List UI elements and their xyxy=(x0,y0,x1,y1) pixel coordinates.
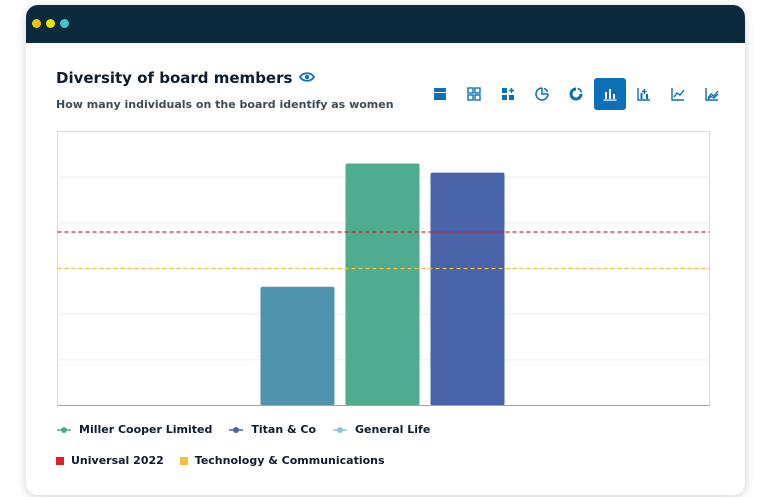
single-panel-button[interactable] xyxy=(424,78,456,110)
line-chart-icon xyxy=(671,88,685,101)
single-panel-icon xyxy=(434,88,446,100)
legend-item-tech-communications[interactable]: Technology & Communications xyxy=(179,454,385,467)
eye-icon[interactable] xyxy=(299,69,316,87)
legend-item-titan[interactable]: Titan & Co xyxy=(228,423,316,436)
legend-item-miller-cooper[interactable]: Miller Cooper Limited xyxy=(56,423,212,436)
pie-chart-icon xyxy=(535,87,549,101)
bar-chart-plus-button[interactable] xyxy=(628,78,660,110)
grid-icon xyxy=(467,87,481,101)
legend-marker xyxy=(57,426,71,433)
window-dot-yellow[interactable] xyxy=(32,19,41,28)
legend-label: General Life xyxy=(355,423,431,436)
legend-label: Titan & Co xyxy=(251,423,317,436)
chart-window: Diversity of board members How many indi… xyxy=(26,5,745,495)
legend-item-universal-2022[interactable]: Universal 2022 xyxy=(56,454,164,467)
grid-add-icon xyxy=(502,88,514,100)
bar-general-life[interactable] xyxy=(260,286,335,406)
chart-title-row: Diversity of board members xyxy=(56,69,316,87)
legend-label: Universal 2022 xyxy=(71,454,164,467)
grid-add-button[interactable] xyxy=(492,78,524,110)
window-dot-light-yellow[interactable] xyxy=(46,19,55,28)
grid-button[interactable] xyxy=(458,78,490,110)
pie-chart-button[interactable] xyxy=(526,78,558,110)
legend-item-general-life[interactable]: General Life xyxy=(332,423,430,436)
legend-benchmarks: Universal 2022 Technology & Communicatio… xyxy=(56,454,385,467)
area-chart-icon xyxy=(705,88,719,101)
legend-series: Miller Cooper Limited Titan & Co General… xyxy=(56,423,430,436)
chart-type-toolbar xyxy=(424,77,728,111)
chart-subtitle: How many individuals on the board identi… xyxy=(56,98,394,111)
page-title: Diversity of board members xyxy=(56,69,293,87)
bar-titan-co[interactable] xyxy=(430,172,505,406)
bars xyxy=(260,163,505,406)
window-dot-teal[interactable] xyxy=(60,19,69,28)
bar-miller-cooper-limited[interactable] xyxy=(345,163,420,406)
bar-chart-button[interactable] xyxy=(594,78,626,110)
line-chart-button[interactable] xyxy=(662,78,694,110)
legend-marker xyxy=(229,426,244,433)
bar-chart xyxy=(57,131,710,406)
bar-chart-icon xyxy=(603,89,617,101)
donut-chart-button[interactable] xyxy=(560,78,592,110)
window-titlebar xyxy=(26,5,745,43)
donut-chart-icon xyxy=(569,87,583,101)
legend-marker xyxy=(179,456,188,465)
bar-chart-plus-icon xyxy=(637,88,650,101)
legend-label: Miller Cooper Limited xyxy=(79,423,213,436)
area-chart-button[interactable] xyxy=(696,78,728,110)
legend-marker xyxy=(56,456,64,465)
legend-label: Technology & Communications xyxy=(194,454,385,467)
legend-marker xyxy=(333,426,348,433)
